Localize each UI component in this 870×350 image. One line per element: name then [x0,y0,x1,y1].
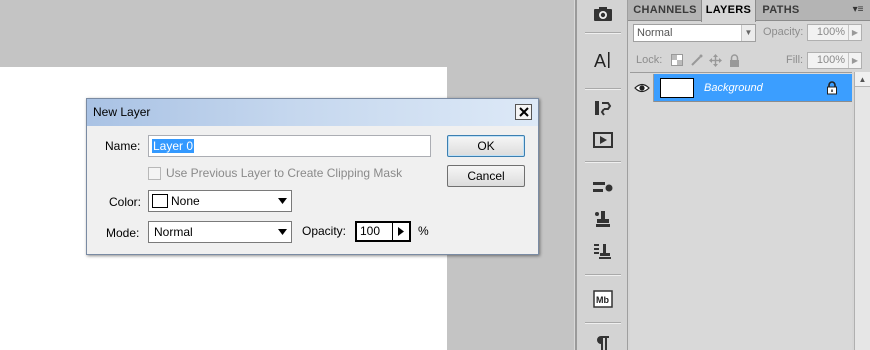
fill-field[interactable]: 100% ▶ [807,52,862,69]
panel-menu-icon[interactable]: ▾≡ [849,3,867,17]
opacity-stepper-icon[interactable]: ▶ [848,25,861,40]
dock-separator [585,32,621,34]
color-value: None [171,194,200,208]
fill-label: Fill: [786,54,804,66]
lock-position-icon[interactable] [708,53,722,67]
mini-bridge-icon[interactable]: Mb [591,288,615,310]
dialog-titlebar[interactable]: New Layer [87,99,538,126]
tab-paths[interactable]: PATHS [758,0,804,21]
chevron-down-icon: ▼ [741,25,755,41]
opacity-slider-arrow-icon[interactable] [392,223,409,240]
panel-dock: A Mb [577,0,628,350]
opacity-field[interactable]: 100 [355,221,411,242]
lock-pixels-icon[interactable] [689,53,703,67]
camera-icon[interactable] [591,3,615,25]
clipping-mask-label: Use Previous Layer to Create Clipping Ma… [166,166,403,180]
ok-button[interactable]: OK [447,135,525,157]
layers-list: Background [630,72,852,350]
scroll-up-icon[interactable]: ▲ [855,72,870,87]
mode-select[interactable]: Normal [148,221,292,243]
layer-thumbnail [660,78,694,98]
dock-separator [585,322,621,324]
dock-separator [585,274,621,276]
color-select[interactable]: None [148,190,292,212]
visibility-eye-icon[interactable] [630,74,654,102]
opacity-unit: % [418,224,429,238]
chevron-down-icon [274,222,291,242]
fill-value: 100% [816,54,845,66]
chevron-down-icon [274,191,291,211]
layer-name-input[interactable]: Layer 0 [148,135,431,157]
mode-value: Normal [154,225,193,239]
blend-mode-value: Normal [637,27,673,39]
layers-scrollbar[interactable]: ▲ [854,72,870,350]
layer-name-value: Layer 0 [152,139,195,153]
name-label: Name: [105,139,141,153]
close-icon[interactable] [515,104,532,120]
layer-opacity-value: 100% [816,26,845,38]
clipping-mask-checkbox[interactable] [148,167,161,180]
tab-layers[interactable]: LAYERS [701,0,756,22]
actions-icon[interactable] [591,129,615,151]
brush-presets-icon[interactable] [591,176,615,198]
new-layer-dialog: New Layer Name: Layer 0 OK Cancel Use Pr… [86,98,539,255]
opacity-label: Opacity: [763,26,804,38]
dialog-title: New Layer [93,105,151,119]
layer-row-background[interactable]: Background [630,74,852,102]
opacity-label: Opacity: [302,224,347,238]
lock-label: Lock: [636,54,663,66]
svg-text:A: A [594,51,606,70]
history-icon[interactable] [591,97,615,119]
lock-all-icon[interactable] [727,53,741,67]
opacity-value: 100 [360,224,381,238]
clone-source-icon[interactable] [591,208,615,230]
dock-separator [585,161,621,163]
layer-opacity-field[interactable]: 100% ▶ [807,24,862,41]
layer-lock-icon [826,81,838,95]
dock-separator [585,88,621,90]
panel-tab-bar: CHANNELS LAYERS PATHS ▾≡ [628,0,870,22]
lock-transparent-icon[interactable] [670,53,684,67]
mode-label: Mode: [106,226,140,240]
color-swatch [152,194,168,208]
svg-text:Mb: Mb [596,295,609,305]
tool-presets-icon[interactable] [591,240,615,262]
paragraph-icon[interactable] [591,332,615,350]
color-label: Color: [109,195,142,209]
cancel-button[interactable]: Cancel [447,165,525,187]
tab-channels[interactable]: CHANNELS [631,0,699,21]
blend-mode-select[interactable]: Normal ▼ [633,24,756,42]
fill-stepper-icon[interactable]: ▶ [848,53,861,68]
character-icon[interactable]: A [591,49,615,71]
layer-name[interactable]: Background [704,74,763,102]
layers-panel: CHANNELS LAYERS PATHS ▾≡ Normal ▼ Opacit… [628,0,870,350]
